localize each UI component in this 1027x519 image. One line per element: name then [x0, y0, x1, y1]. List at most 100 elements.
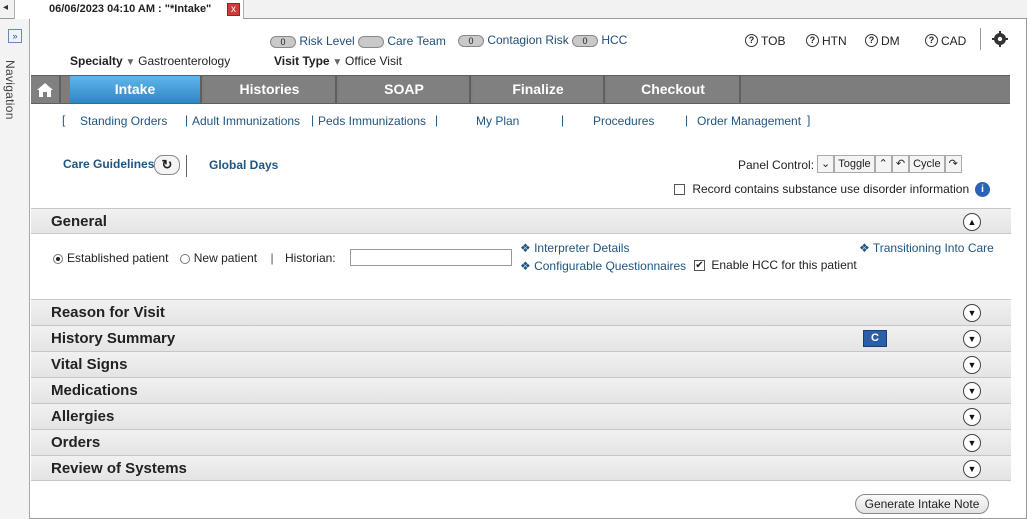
cycle-back-icon[interactable]: ↶ — [891, 155, 910, 173]
risk-level-count: 0 — [270, 35, 296, 48]
visit-type-field[interactable]: Visit Type ▼ Office Visit — [274, 54, 402, 68]
subnav-separator: | — [311, 113, 315, 127]
chevron-up-icon[interactable]: ▲ — [963, 213, 981, 231]
toggle-button[interactable]: Toggle — [834, 155, 875, 173]
condition-cad-label: CAD — [941, 33, 967, 48]
section-reason-for-visit[interactable]: Reason for Visit ▼ — [31, 299, 1011, 325]
history-refresh-icon[interactable]: C — [863, 330, 887, 347]
cycle-forward-icon[interactable]: ↷ — [944, 155, 962, 173]
patient-type-row: Established patient New patient | Histor… — [53, 251, 336, 265]
subnav-peds-immunizations[interactable]: Peds Immunizations — [318, 114, 426, 128]
scroll-left-icon[interactable]: ◂ — [3, 2, 8, 13]
section-title: General — [51, 213, 107, 230]
section-vital-signs[interactable]: Vital Signs ▼ — [31, 351, 1011, 377]
chevron-down-icon[interactable]: ▼ — [963, 356, 981, 374]
enable-hcc-checkbox[interactable]: ✔ — [694, 260, 705, 272]
care-team-indicator[interactable]: Care Team — [358, 34, 446, 48]
historian-input[interactable] — [350, 249, 512, 266]
divider — [186, 155, 187, 177]
substance-use-row[interactable]: Record contains substance use disorder i… — [674, 182, 969, 196]
configurable-questionnaires-link[interactable]: Configurable Questionnaires — [534, 259, 686, 273]
condition-htn[interactable]: ? HTN — [806, 33, 847, 48]
hcc-link[interactable]: HCC — [601, 33, 627, 47]
close-tab-button[interactable]: x — [227, 3, 240, 16]
subnav-procedures[interactable]: Procedures — [593, 114, 654, 128]
contagion-risk-link[interactable]: Contagion Risk — [487, 33, 568, 47]
info-icon[interactable]: i — [975, 182, 990, 197]
interpreter-details-link[interactable]: Interpreter Details — [534, 241, 629, 255]
condition-cad[interactable]: ? CAD — [925, 33, 966, 48]
generate-intake-note-button[interactable]: Generate Intake Note — [855, 494, 989, 514]
subnav-adult-immunizations[interactable]: Adult Immunizations — [192, 114, 300, 128]
help-icon: ? — [745, 34, 758, 48]
panel-control-label: Panel Control: — [738, 158, 815, 172]
interpreter-details[interactable]: ❖ Interpreter Details — [520, 241, 629, 255]
home-icon — [37, 83, 53, 97]
configurable-questionnaires[interactable]: ❖ Configurable Questionnaires — [520, 259, 686, 273]
chevron-down-icon: ▼ — [329, 57, 346, 68]
chevron-down-icon[interactable]: ▼ — [963, 304, 981, 322]
section-title: History Summary — [51, 330, 176, 347]
condition-dm[interactable]: ? DM — [865, 33, 900, 48]
section-title: Vital Signs — [51, 356, 128, 373]
section-allergies[interactable]: Allergies ▼ — [31, 403, 1011, 429]
subnav-order-management[interactable]: Order Management — [697, 114, 801, 128]
contagion-risk-indicator[interactable]: 0 Contagion Risk — [458, 33, 569, 47]
risk-level-indicator[interactable]: 0 Risk Level — [270, 34, 355, 48]
condition-htn-label: HTN — [822, 33, 847, 48]
condition-tob-label: TOB — [761, 33, 786, 48]
tab-checkout[interactable]: Checkout — [607, 76, 741, 103]
transitioning-into-care[interactable]: ❖ Transitioning Into Care — [859, 241, 994, 255]
chevron-down-icon[interactable]: ▼ — [963, 434, 981, 452]
risk-level-link[interactable]: Risk Level — [299, 34, 354, 48]
enable-hcc-label: Enable HCC for this patient — [711, 258, 857, 272]
diamond-icon: ❖ — [859, 241, 873, 255]
divider: | — [270, 251, 274, 265]
care-team-link[interactable]: Care Team — [387, 34, 445, 48]
section-title: Review of Systems — [51, 460, 187, 477]
section-review-of-systems[interactable]: Review of Systems ▼ — [31, 455, 1011, 481]
care-guidelines-link[interactable]: Care Guidelines — [63, 157, 154, 171]
contagion-risk-count: 0 — [458, 34, 484, 47]
document-tab[interactable]: 06/06/2023 04:10 AM : "*Intake" — [14, 0, 244, 19]
expand-navigation-icon[interactable]: » — [8, 29, 22, 43]
care-team-count — [358, 35, 384, 48]
chevron-down-icon[interactable]: ▼ — [963, 460, 981, 478]
cycle-button[interactable]: Cycle — [909, 155, 945, 173]
condition-dm-label: DM — [881, 33, 900, 48]
home-tab[interactable] — [31, 76, 61, 103]
subnav-separator: | — [435, 113, 439, 127]
section-general[interactable]: General ▲ — [31, 208, 1011, 234]
collapse-all-icon[interactable]: ⌄ — [817, 155, 835, 173]
refresh-icon[interactable]: ↻ — [154, 155, 180, 175]
section-title: Medications — [51, 382, 138, 399]
section-orders[interactable]: Orders ▼ — [31, 429, 1011, 455]
section-medications[interactable]: Medications ▼ — [31, 377, 1011, 403]
new-patient-label: New patient — [193, 251, 258, 265]
specialty-field[interactable]: Specialty ▼ Gastroenterology — [70, 54, 230, 68]
global-days-link[interactable]: Global Days — [209, 158, 278, 172]
expand-all-icon[interactable]: ⌃ — [874, 155, 892, 173]
chevron-down-icon[interactable]: ▼ — [963, 408, 981, 426]
substance-use-checkbox[interactable] — [674, 184, 685, 196]
subnav-my-plan[interactable]: My Plan — [476, 114, 519, 128]
navigation-label[interactable]: Navigation — [3, 60, 17, 120]
tab-finalize[interactable]: Finalize — [473, 76, 605, 103]
subnav-standing-orders[interactable]: Standing Orders — [80, 114, 167, 128]
diamond-icon: ❖ — [520, 259, 535, 273]
tab-intake[interactable]: Intake — [70, 76, 202, 103]
hcc-indicator[interactable]: 0 HCC — [572, 33, 627, 47]
specialty-label: Specialty — [70, 54, 123, 68]
transitioning-into-care-link[interactable]: Transitioning Into Care — [873, 241, 994, 255]
subnav-bracket-right: ] — [807, 113, 811, 127]
enable-hcc-row[interactable]: ✔ Enable HCC for this patient — [694, 258, 857, 272]
section-history-summary[interactable]: History Summary C ▼ — [31, 325, 1011, 351]
chevron-down-icon[interactable]: ▼ — [963, 382, 981, 400]
tab-histories[interactable]: Histories — [204, 76, 337, 103]
new-patient-radio[interactable] — [179, 253, 190, 264]
established-patient-radio[interactable] — [53, 253, 63, 264]
gear-icon[interactable] — [991, 30, 1009, 48]
chevron-down-icon[interactable]: ▼ — [963, 330, 981, 348]
tab-soap[interactable]: SOAP — [339, 76, 471, 103]
condition-tob[interactable]: ? TOB — [745, 33, 785, 48]
